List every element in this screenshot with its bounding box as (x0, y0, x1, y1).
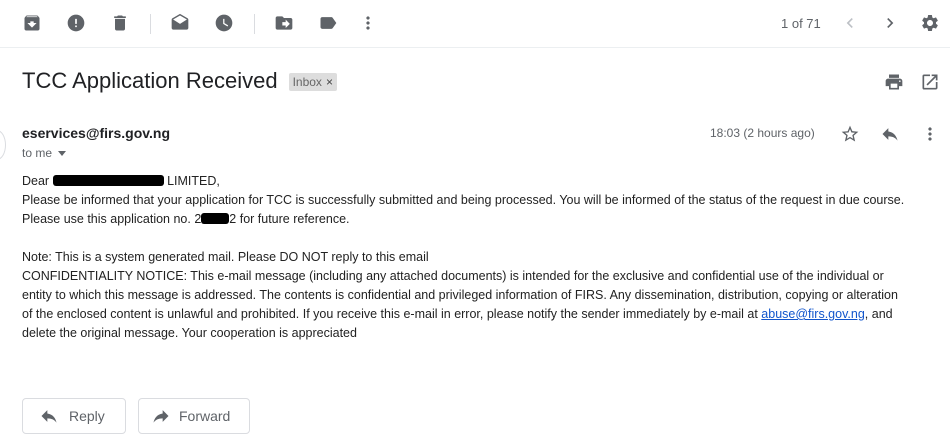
snooze-icon[interactable] (213, 12, 235, 34)
notice-line-3-end: , and (864, 307, 893, 321)
reply-icon (39, 406, 59, 426)
notice-line-3: of the enclosed content is unlawful and … (22, 305, 947, 324)
greeting-line: Dear LIMITED, (22, 172, 947, 191)
remove-label-icon[interactable]: × (326, 75, 333, 89)
move-to-icon[interactable] (273, 12, 295, 34)
older-chevron-icon[interactable] (879, 12, 901, 34)
body-line-2-prefix: Please use this application no. 2 (22, 212, 202, 226)
delete-icon[interactable] (109, 12, 131, 34)
forward-button[interactable]: Forward (138, 398, 250, 434)
caret-down-icon (58, 150, 67, 156)
reply-arrow-icon[interactable] (879, 123, 901, 145)
open-new-window-icon[interactable] (919, 71, 941, 93)
toolbar-divider (150, 14, 151, 34)
email-body: Dear LIMITED, Please be informed that yo… (22, 172, 947, 343)
recipient-dropdown[interactable]: to me (22, 146, 67, 160)
recipient-label: to me (22, 146, 53, 160)
body-line-2-suffix: 2 for future reference. (229, 212, 350, 226)
newer-chevron-icon[interactable] (839, 12, 861, 34)
notice-line-2: entity to which this message is addresse… (22, 288, 898, 302)
body-line-2: Please use this application no. 2 2 for f… (22, 210, 947, 229)
notice-line-4: delete the original message. Your cooper… (22, 326, 357, 340)
message-more-vert-icon[interactable] (919, 123, 941, 145)
notice-line-3-text: of the enclosed content is unlawful and … (22, 307, 758, 321)
notice-line-1: CONFIDENTIALITY NOTICE: This e-mail mess… (22, 269, 884, 283)
message-counter: 1 of 71 (781, 16, 821, 31)
toolbar: 1 of 71 (0, 0, 950, 48)
redaction-mark (52, 175, 164, 186)
abuse-email-link[interactable]: abuse@firs.gov.ng (761, 307, 865, 321)
settings-gear-icon[interactable] (919, 12, 941, 34)
labels-icon[interactable] (317, 12, 339, 34)
archive-icon[interactable] (21, 12, 43, 34)
print-icon[interactable] (883, 71, 905, 93)
forward-icon (151, 406, 171, 426)
greeting-prefix: Dear (22, 174, 50, 188)
forward-label: Forward (179, 408, 231, 424)
greeting-suffix: LIMITED, (167, 174, 220, 188)
label-chip-inbox[interactable]: Inbox × (288, 73, 337, 91)
body-line-1: Please be informed that your application… (22, 193, 905, 207)
redaction-mark (201, 213, 230, 224)
email-subject: TCC Application Received (22, 68, 278, 93)
toolbar-divider (254, 14, 255, 34)
label-chip-text: Inbox (292, 75, 322, 89)
reply-button[interactable]: Reply (22, 398, 126, 434)
more-vert-icon[interactable] (357, 12, 379, 34)
email-timestamp: 18:03 (2 hours ago) (710, 126, 815, 140)
report-spam-icon[interactable] (65, 12, 87, 34)
reply-label: Reply (69, 408, 105, 424)
sender-email[interactable]: eservices@firs.gov.ng (22, 125, 170, 141)
star-icon[interactable] (839, 123, 861, 145)
sender-avatar-edge (0, 130, 6, 160)
subject-row: TCC Application Received Inbox × (22, 68, 337, 94)
system-note: Note: This is a system generated mail. P… (22, 250, 429, 264)
mark-unread-icon[interactable] (169, 12, 191, 34)
